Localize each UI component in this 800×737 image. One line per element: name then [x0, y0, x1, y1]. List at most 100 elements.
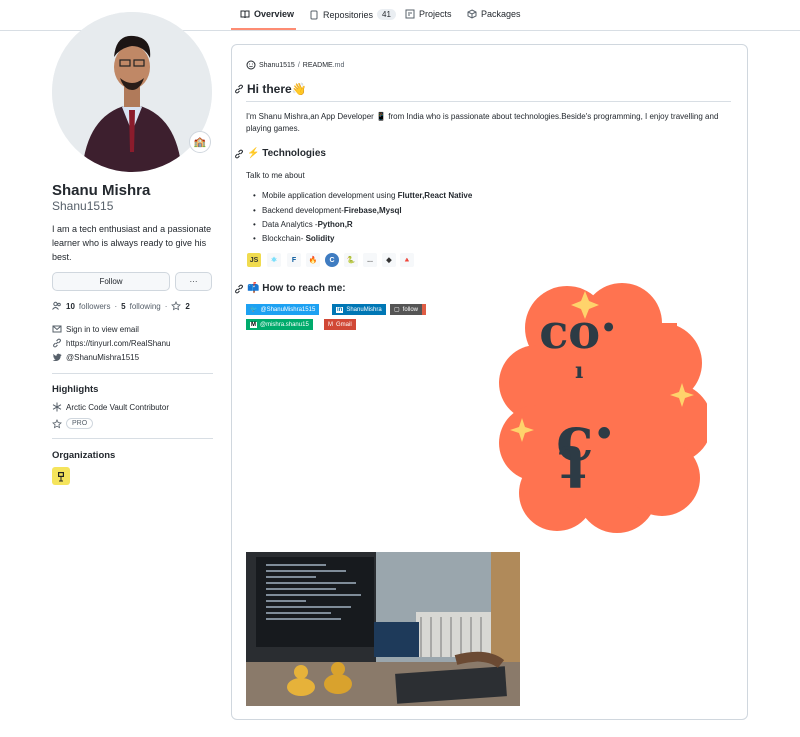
readme-card: Shanu1515 / README .md Hi there👋 I'm Shan… [231, 44, 748, 720]
git-icon: 🔺 [400, 253, 414, 267]
readme-path: Shanu1515 / README .md [246, 60, 344, 70]
mysql-icon: ... [363, 253, 377, 267]
intro-text: I'm Shanu Mishra,an App Developer 📱 from… [246, 112, 719, 133]
twitter-text: @ShanuMishra1515 [66, 352, 140, 362]
tab-overview-label: Overview [254, 9, 295, 19]
separator: · [114, 301, 118, 311]
tab-repositories-label: Repositories [323, 9, 374, 20]
path-separator: / [297, 61, 300, 69]
tab-projects-label: Projects [419, 9, 452, 19]
badge-label: follow [402, 306, 419, 313]
twitter-link[interactable]: @ShanuMishra1515 [52, 352, 139, 362]
project-icon [405, 9, 415, 19]
list-item-text: Data Analytics - [262, 220, 318, 229]
website-link[interactable]: https://tinyurl.com/RealShanu [52, 338, 171, 348]
followers-link[interactable]: followers [79, 302, 111, 311]
anchor-link-icon[interactable] [234, 84, 244, 94]
list-item: Data Analytics -Python,R [253, 220, 353, 229]
heading-text: 📫 How to reach me: [247, 283, 346, 294]
badge-label: ShanuMishra [346, 306, 382, 313]
badge-label: @mishra.shanu15 [260, 321, 309, 328]
react-icon: ⚛ [267, 253, 281, 267]
followers-count[interactable]: 10 [66, 302, 75, 311]
highlights-title: Highlights [52, 384, 99, 395]
list-item-bold: Python,R [317, 220, 353, 229]
repositories-count: 41 [377, 9, 396, 20]
readme-owner[interactable]: Shanu1515 [259, 62, 295, 69]
email-row[interactable]: Sign in to view email [52, 324, 139, 334]
profile-bio: I am a tech enthusiast and a passionate … [52, 224, 212, 262]
linkedin-icon: in [336, 306, 344, 313]
talk-text: Talk to me about [246, 171, 305, 180]
list-item-text: Blockchain- [262, 234, 306, 243]
list-item-bold: Solidity [305, 234, 335, 243]
follow-badge[interactable]: ▢ follow [390, 304, 427, 315]
stars-count[interactable]: 2 [185, 302, 189, 311]
divider [52, 373, 213, 374]
medium-badge[interactable]: M @mishra.shanu15 [246, 319, 313, 330]
package-icon [467, 9, 477, 19]
profile-login: Shanu1515 [52, 199, 114, 213]
following-link[interactable]: following [130, 302, 161, 311]
people-icon [52, 301, 62, 311]
tab-overview[interactable]: Overview [240, 9, 294, 19]
pro-badge-row: PRO [52, 418, 94, 429]
twitter-icon: 🐦 [250, 307, 258, 313]
tab-packages[interactable]: Packages [467, 9, 521, 19]
list-item-text: Backend development- [262, 206, 344, 215]
heading-text: ⚡ Technologies [247, 148, 326, 159]
link-icon [52, 338, 62, 348]
gmail-icon: M [328, 321, 333, 328]
snowflake-icon [52, 402, 62, 412]
hi-there-heading: Hi there👋 [234, 82, 307, 96]
reach-me-heading: 📫 How to reach me: [234, 283, 346, 294]
organizations-title: Organizations [52, 450, 116, 461]
javascript-icon: JS [247, 253, 261, 267]
readme-file: README [302, 61, 333, 69]
more-options-button[interactable]: ··· [175, 272, 212, 291]
anchor-link-icon[interactable] [234, 284, 244, 294]
tab-packages-label: Packages [481, 9, 521, 19]
firebase-icon: 🔥 [306, 253, 320, 267]
anchor-link-icon[interactable] [234, 149, 244, 159]
badge-label: Gmail [336, 321, 352, 328]
avatar[interactable] [52, 12, 212, 172]
arctic-vault-badge[interactable]: Arctic Code Vault Contributor [52, 402, 169, 412]
star-icon [52, 418, 62, 429]
list-item-bold: Firebase,Mysql [343, 206, 402, 215]
badge-label: @ShanuMishra1515 [260, 306, 316, 313]
twitter-icon [52, 352, 62, 362]
organization-avatar[interactable] [52, 467, 70, 485]
following-count[interactable]: 5 [121, 302, 125, 311]
medium-icon: M [250, 321, 257, 328]
workspace-photo [246, 552, 520, 706]
profile-name: Shanu Mishra [52, 182, 151, 199]
tab-repositories[interactable]: Repositories 41 [309, 9, 396, 20]
c-icon: C [325, 253, 339, 267]
list-item-text: Mobile application development using [262, 191, 398, 200]
ethereum-icon: ◆ [382, 253, 396, 267]
status-emoji[interactable]: 🏫 [189, 131, 211, 153]
heading-text: Hi there👋 [247, 82, 307, 96]
follow-button[interactable]: Follow [52, 272, 170, 291]
active-tab-indicator [231, 28, 296, 30]
divider [52, 438, 213, 439]
flutter-icon: F [287, 253, 301, 267]
list-item-bold: Flutter,React Native [397, 191, 473, 200]
follow-icon: ▢ [394, 307, 400, 313]
email-text: Sign in to view email [66, 324, 139, 334]
gmail-badge[interactable]: M Gmail [324, 319, 356, 330]
linkedin-badge[interactable]: in ShanuMishra [332, 304, 386, 315]
tab-projects[interactable]: Projects [405, 9, 452, 19]
twitter-badge[interactable]: 🐦 @ShanuMishra1515 [246, 304, 320, 315]
coding-sticker-image: .oɔ ı .ɔ ʇ [497, 283, 712, 533]
follow-stats: 10 followers · 5 following · 2 [52, 301, 190, 311]
star-icon [171, 301, 182, 311]
svg-text:ʇ: ʇ [557, 423, 587, 493]
readme-ext: .md [332, 61, 345, 69]
pro-badge: PRO [66, 418, 94, 429]
svg-text:ı: ı [575, 358, 583, 384]
heading-underline [246, 101, 731, 102]
smiley-icon [246, 60, 256, 70]
list-item: Backend development-Firebase,Mysql [253, 206, 402, 215]
